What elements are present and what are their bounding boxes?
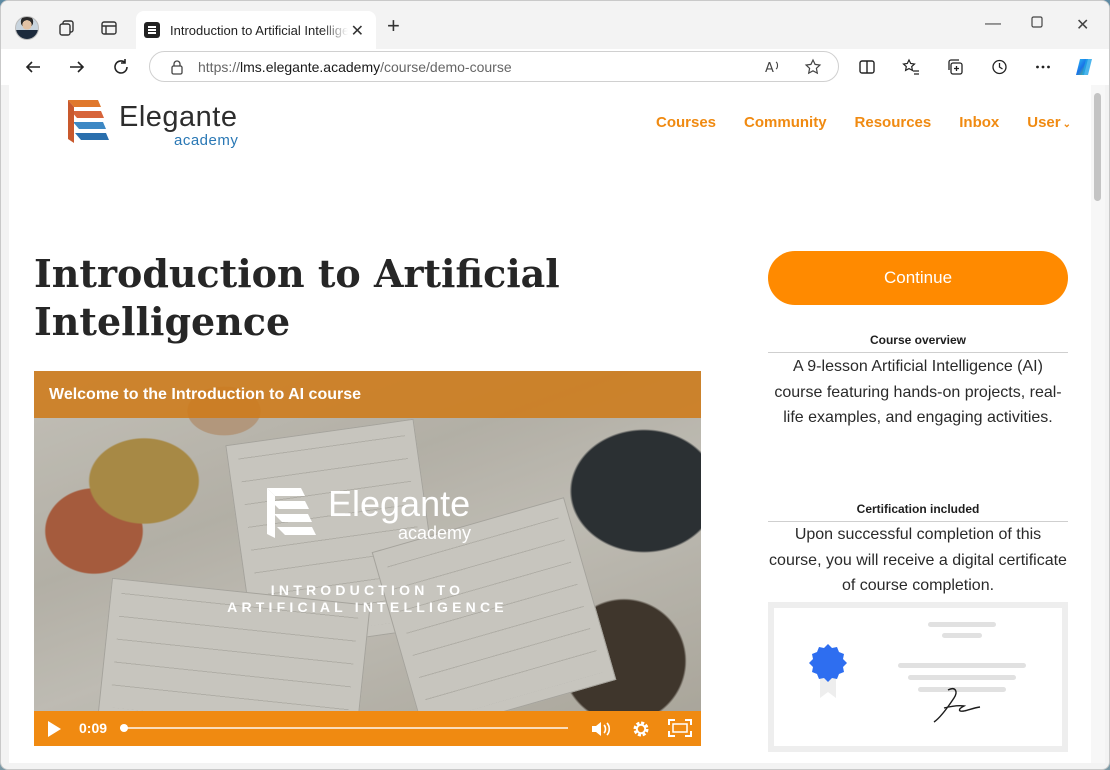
profile-avatar[interactable] — [15, 16, 39, 40]
nav-user-menu[interactable]: User ⌄ — [1027, 114, 1071, 131]
course-overview-heading: Course overview — [768, 333, 1068, 353]
copilot-icon[interactable] — [1073, 55, 1097, 79]
browser-toolbar: https://lms.elegante.academy/course/demo… — [1, 49, 1109, 85]
video-player[interactable]: Welcome to the Introduction to AI course… — [34, 371, 701, 746]
logo-mark-icon — [68, 100, 109, 143]
signature-icon — [933, 688, 981, 723]
favorite-star-icon[interactable] — [804, 58, 822, 79]
video-title: Welcome to the Introduction to AI course — [49, 385, 362, 403]
page-scrollbar[interactable] — [1091, 85, 1105, 763]
main-nav: Courses Community Resources Inbox User ⌄ — [656, 114, 1071, 131]
nav-resources[interactable]: Resources — [855, 114, 932, 131]
tab-active[interactable]: Introduction to Artificial Intelligence … — [136, 11, 376, 49]
read-aloud-icon[interactable]: A — [764, 58, 782, 79]
certificate-preview — [768, 602, 1068, 752]
course-overview-text: A 9-lesson Artificial Intelligence (AI) … — [774, 358, 1062, 426]
certificate-badge-icon — [809, 644, 847, 698]
forward-icon[interactable] — [65, 55, 89, 79]
video-logo-sub: academy — [398, 523, 472, 543]
nav-community[interactable]: Community — [744, 114, 827, 131]
vertical-tabs-icon[interactable] — [98, 17, 120, 39]
more-options-icon[interactable] — [1031, 55, 1055, 79]
course-title: Introduction to Artificial Intelligence — [34, 251, 560, 344]
play-icon[interactable] — [46, 720, 62, 738]
lock-icon[interactable] — [170, 59, 184, 78]
logo-word: Elegante — [119, 101, 238, 133]
refresh-icon[interactable] — [109, 55, 133, 79]
window-close-icon[interactable]: ✕ — [1076, 15, 1089, 35]
site-logo[interactable]: Elegante academy — [67, 99, 257, 149]
video-course-title-line2: ARTIFICIAL INTELLIGENCE — [227, 599, 508, 615]
svg-text:A: A — [765, 61, 774, 76]
video-title-bar: Welcome to the Introduction to AI course — [34, 371, 701, 418]
video-logo-mark-icon — [267, 488, 316, 538]
certification-heading: Certification included — [768, 502, 1068, 522]
nav-courses[interactable]: Courses — [656, 114, 716, 131]
video-logo-word: Elegante — [328, 483, 471, 524]
video-time: 0:09 — [79, 720, 108, 736]
video-course-title-line1: INTRODUCTION TO — [270, 582, 465, 598]
new-tab-icon[interactable]: + — [387, 15, 400, 37]
volume-icon[interactable] — [590, 720, 612, 738]
scrollbar-thumb[interactable] — [1094, 93, 1101, 201]
site-favicon-icon — [144, 22, 160, 38]
url-scheme: https:// — [198, 58, 241, 75]
nav-inbox[interactable]: Inbox — [959, 114, 999, 131]
url-host: lms.elegante.academy — [240, 58, 381, 75]
video-logo: Elegante academy — [266, 483, 486, 547]
workspaces-icon[interactable] — [56, 17, 78, 39]
tab-strip: Introduction to Artificial Intelligence … — [1, 1, 1109, 49]
address-bar[interactable]: https://lms.elegante.academy/course/demo… — [149, 51, 839, 82]
chevron-down-icon: ⌄ — [1062, 119, 1071, 130]
favorites-icon[interactable] — [899, 55, 923, 79]
minimize-icon[interactable]: — — [985, 15, 1001, 33]
back-icon[interactable] — [21, 55, 45, 79]
collections-icon[interactable] — [943, 55, 967, 79]
split-screen-icon[interactable] — [855, 55, 879, 79]
browser-window: Introduction to Artificial Intelligence … — [0, 0, 1110, 770]
tab-title: Introduction to Artificial Intelligence — [170, 22, 348, 38]
logo-sub: academy — [174, 132, 239, 149]
video-controls: 0:09 — [34, 711, 701, 746]
history-icon[interactable] — [987, 55, 1011, 79]
video-progress-bar[interactable] — [120, 724, 568, 732]
nav-user-label: User — [1027, 114, 1061, 131]
maximize-icon[interactable] — [1031, 15, 1043, 33]
url-path: /course/demo-course — [380, 58, 512, 75]
continue-button[interactable]: Continue — [768, 251, 1068, 305]
web-page: Elegante academy Courses Community Resou… — [9, 85, 1091, 763]
video-progress-handle[interactable] — [120, 724, 128, 732]
certification-text: Upon successful completion of this cours… — [769, 526, 1067, 594]
settings-gear-icon[interactable] — [631, 719, 651, 739]
close-tab-icon[interactable]: ✕ — [351, 21, 364, 41]
fullscreen-icon[interactable] — [667, 718, 693, 738]
